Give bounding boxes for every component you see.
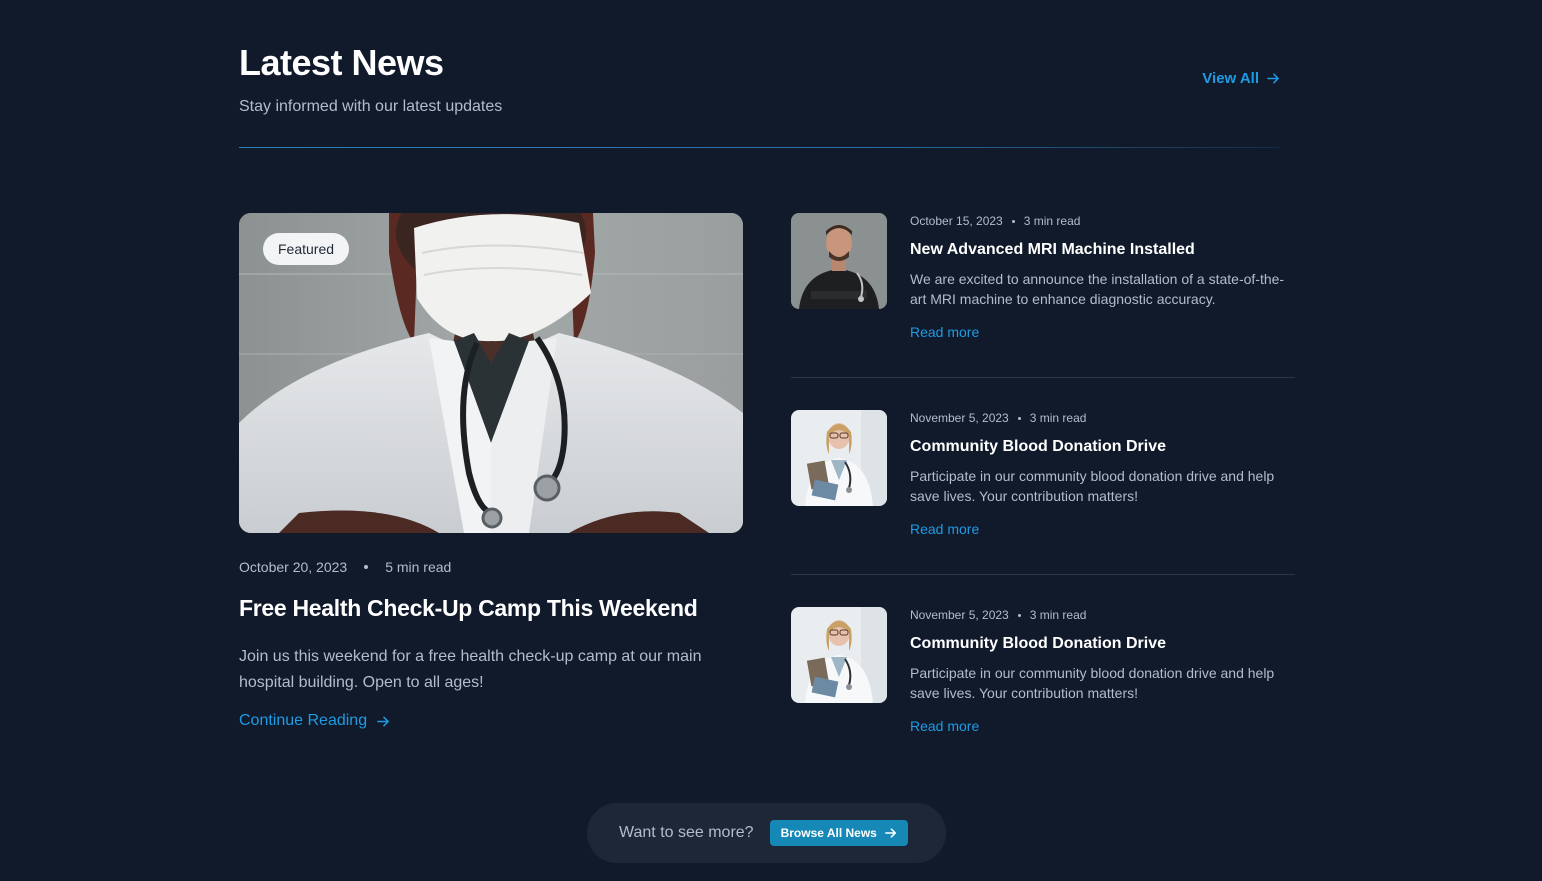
page-subtitle: Stay informed with our latest updates: [239, 98, 503, 115]
news-date: November 5, 2023: [910, 608, 1009, 622]
featured-date: October 20, 2023: [239, 559, 348, 575]
featured-title[interactable]: Free Health Check-Up Camp This Weekend: [239, 595, 743, 622]
news-body: October 15, 2023 3 min read New Advanced…: [910, 213, 1295, 340]
featured-description: Join us this weekend for a free health c…: [239, 648, 702, 691]
female-doctor-illustration: [791, 410, 887, 506]
page-title: Latest News: [239, 42, 444, 83]
news-divider: [791, 574, 1295, 575]
featured-badge: Featured: [263, 233, 350, 265]
browse-all-news-label: Browse All News: [780, 826, 877, 840]
male-doctor-illustration: [791, 213, 887, 309]
news-date: November 5, 2023: [910, 411, 1009, 425]
news-title[interactable]: Community Blood Donation Drive: [910, 438, 1295, 456]
news-read-time: 3 min read: [1023, 214, 1081, 228]
featured-article: Featured October 20, 2023 5 min read Fre…: [239, 213, 743, 730]
view-all-label: View All: [1202, 70, 1259, 87]
featured-image[interactable]: Featured: [239, 213, 743, 533]
female-doctor-illustration: [791, 607, 887, 703]
browse-more-banner: Want to see more? Browse All News: [587, 803, 946, 863]
continue-reading-link[interactable]: Continue Reading: [239, 712, 743, 730]
news-body: November 5, 2023 3 min read Community Bl…: [910, 607, 1295, 734]
bullet-dot: [1011, 219, 1015, 223]
cta-text: Want to see more?: [619, 824, 754, 841]
bullet-dot: [1017, 613, 1021, 617]
news-title[interactable]: New Advanced MRI Machine Installed: [910, 241, 1295, 259]
bullet-dot: [364, 565, 369, 569]
news-title[interactable]: Community Blood Donation Drive: [910, 635, 1295, 653]
section-header: Latest News Stay informed with our lates…: [239, 42, 1280, 116]
news-description: Participate in our community blood donat…: [910, 468, 1275, 504]
read-more-link[interactable]: Read more: [910, 324, 1295, 340]
news-item: October 15, 2023 3 min read New Advanced…: [791, 213, 1295, 377]
news-thumbnail[interactable]: [791, 607, 887, 703]
news-divider: [791, 377, 1295, 378]
news-item: November 5, 2023 3 min read Community Bl…: [791, 607, 1295, 771]
browse-all-news-button[interactable]: Browse All News: [769, 820, 908, 846]
news-meta: November 5, 2023 3 min read: [910, 411, 1295, 425]
news-thumbnail[interactable]: [791, 213, 887, 309]
continue-reading-label: Continue Reading: [239, 712, 368, 729]
news-description: Participate in our community blood donat…: [910, 665, 1275, 701]
news-description: We are excited to announce the installat…: [910, 271, 1285, 307]
news-item: November 5, 2023 3 min read Community Bl…: [791, 410, 1295, 574]
featured-meta: October 20, 2023 5 min read: [239, 559, 743, 575]
view-all-link[interactable]: View All: [1202, 70, 1280, 87]
news-meta: October 15, 2023 3 min read: [910, 214, 1295, 228]
arrow-right-icon: [884, 827, 897, 839]
bullet-dot: [1017, 416, 1021, 420]
read-more-link[interactable]: Read more: [910, 718, 1295, 734]
arrow-right-icon: [1267, 72, 1280, 85]
header-divider: [239, 147, 1280, 148]
news-section: Latest News Stay informed with our lates…: [0, 0, 1542, 881]
featured-read-time: 5 min read: [385, 559, 452, 575]
arrow-right-icon: [377, 715, 390, 728]
news-date: October 15, 2023: [910, 214, 1003, 228]
news-read-time: 3 min read: [1029, 608, 1087, 622]
news-meta: November 5, 2023 3 min read: [910, 608, 1295, 622]
read-more-link[interactable]: Read more: [910, 521, 1295, 537]
news-thumbnail[interactable]: [791, 410, 887, 506]
news-body: November 5, 2023 3 min read Community Bl…: [910, 410, 1295, 537]
news-read-time: 3 min read: [1029, 411, 1087, 425]
news-list: October 15, 2023 3 min read New Advanced…: [791, 213, 1295, 771]
